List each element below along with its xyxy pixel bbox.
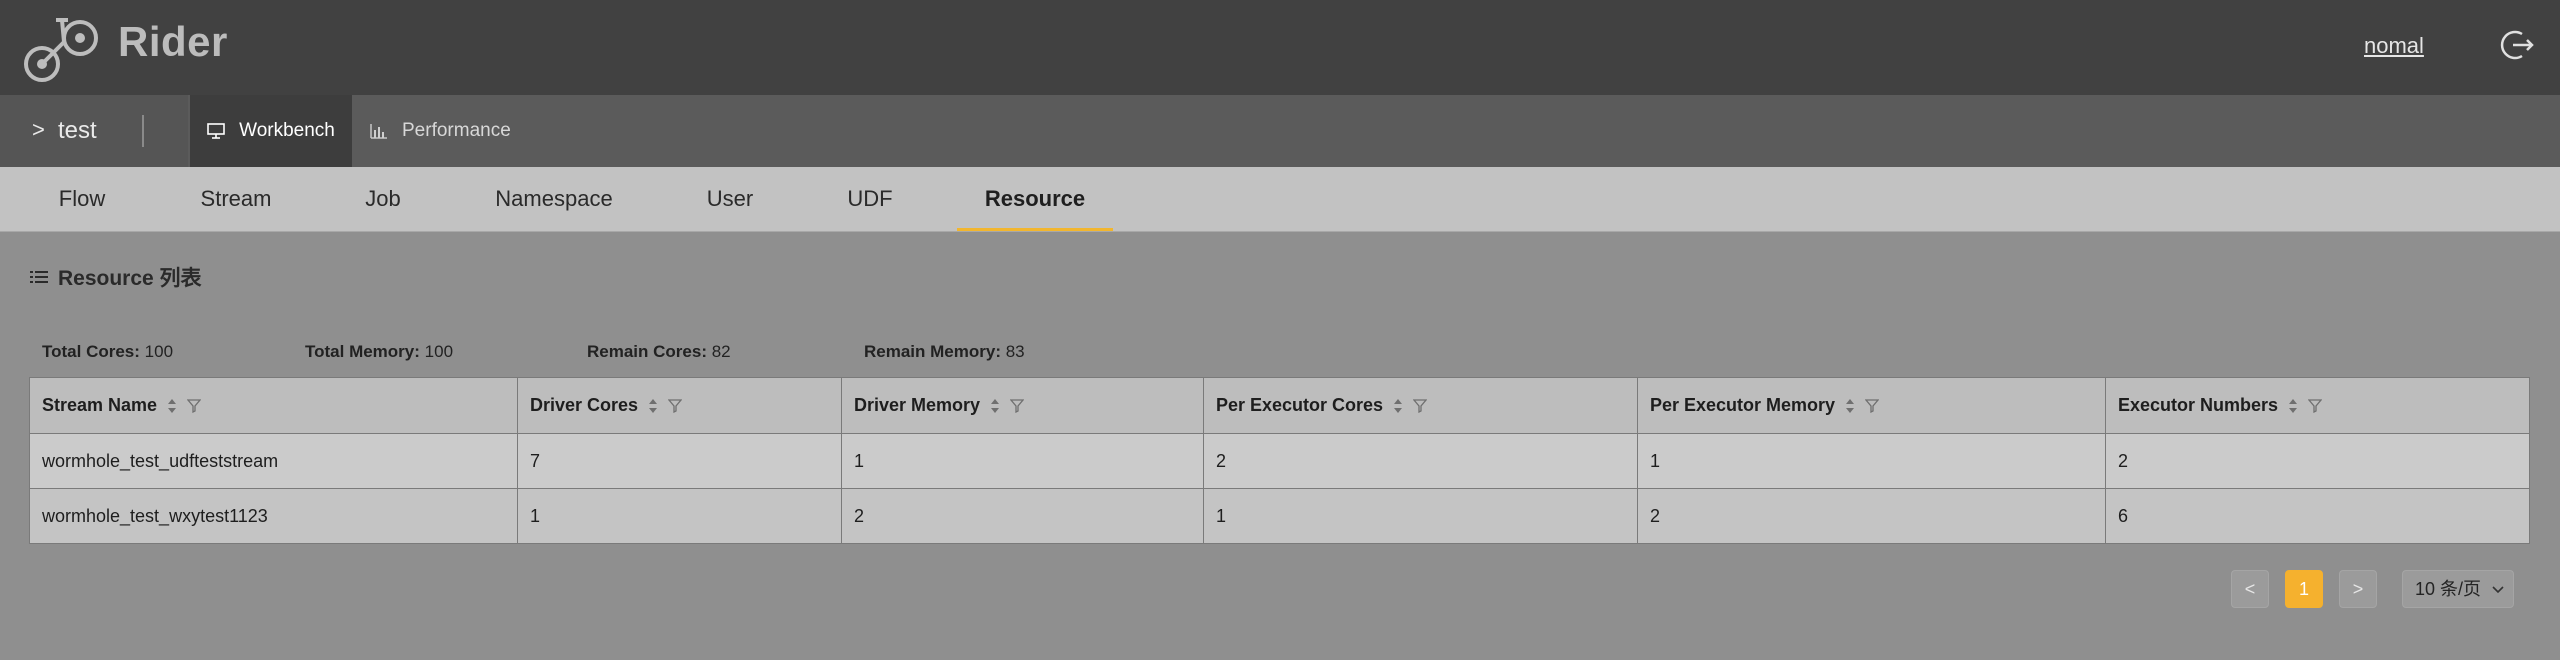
column-header-stream-name: Stream Name bbox=[29, 377, 518, 434]
column-header-executor-numbers: Executor Numbers bbox=[2105, 377, 2530, 434]
filter-icon[interactable] bbox=[1865, 398, 1880, 413]
stat-total-memory: Total Memory: 100 bbox=[305, 342, 453, 362]
cell-executor-numbers: 2 bbox=[2105, 433, 2530, 489]
column-header-driver-memory: Driver Memory bbox=[841, 377, 1204, 434]
section-title: Resource 列表 bbox=[30, 262, 202, 292]
tab-workbench[interactable]: Workbench bbox=[190, 95, 352, 167]
stat-remain-memory-label: Remain Memory: bbox=[864, 342, 1001, 361]
tab-stream[interactable]: Stream bbox=[176, 167, 296, 231]
cell-driver-cores: 1 bbox=[517, 488, 842, 544]
column-header-label: Driver Cores bbox=[530, 395, 639, 415]
page-size-value: 10 条/页 bbox=[2415, 579, 2482, 599]
project-name: test bbox=[58, 117, 97, 144]
project-bar: > test Workbench Performance bbox=[0, 95, 2560, 167]
bar-chart-icon bbox=[370, 124, 387, 139]
app-header: Rider nomal bbox=[0, 0, 2560, 95]
tab-job[interactable]: Job bbox=[340, 167, 426, 231]
cell-per-executor-cores: 2 bbox=[1203, 433, 1638, 489]
sort-icon[interactable] bbox=[2288, 398, 2298, 414]
table-header-row: Stream Name Driver Cores Driver Memory P… bbox=[29, 377, 2530, 434]
stat-total-memory-value: 100 bbox=[424, 342, 454, 361]
page-size-select[interactable]: 10 条/页 bbox=[2402, 570, 2514, 608]
column-header-per-executor-memory: Per Executor Memory bbox=[1637, 377, 2106, 434]
tab-performance[interactable]: Performance bbox=[370, 95, 530, 167]
cell-executor-numbers: 6 bbox=[2105, 488, 2530, 544]
filter-icon[interactable] bbox=[668, 398, 683, 413]
sort-icon[interactable] bbox=[648, 398, 658, 414]
tab-workbench-label: Workbench bbox=[239, 120, 335, 141]
cell-per-executor-memory: 2 bbox=[1637, 488, 2106, 544]
column-header-label: Per Executor Memory bbox=[1650, 395, 1836, 415]
cell-driver-memory: 1 bbox=[841, 433, 1204, 489]
monitor-icon bbox=[207, 123, 225, 139]
cell-stream-name: wormhole_test_wxytest1123 bbox=[29, 488, 518, 544]
stat-remain-cores: Remain Cores: 82 bbox=[587, 342, 731, 362]
divider bbox=[142, 115, 144, 147]
stat-total-cores: Total Cores: 100 bbox=[42, 342, 173, 362]
tab-resource[interactable]: Resource bbox=[957, 167, 1113, 231]
next-page-button[interactable]: > bbox=[2339, 570, 2377, 608]
cell-stream-name: wormhole_test_udfteststream bbox=[29, 433, 518, 489]
stat-remain-cores-label: Remain Cores: bbox=[587, 342, 707, 361]
filter-icon[interactable] bbox=[1010, 398, 1025, 413]
filter-icon[interactable] bbox=[187, 398, 202, 413]
main-nav: Flow Stream Job Namespace User UDF Resou… bbox=[0, 167, 2560, 232]
tab-flow[interactable]: Flow bbox=[30, 167, 134, 231]
bicycle-logo-icon[interactable] bbox=[22, 14, 102, 84]
cell-per-executor-memory: 1 bbox=[1637, 433, 2106, 489]
sort-icon[interactable] bbox=[1845, 398, 1855, 414]
tab-performance-label: Performance bbox=[402, 120, 511, 141]
page-1-button[interactable]: 1 bbox=[2285, 570, 2323, 608]
sort-icon[interactable] bbox=[1393, 398, 1403, 414]
sort-icon[interactable] bbox=[990, 398, 1000, 414]
table-row[interactable]: wormhole_test_wxytest1123 1 2 1 2 6 bbox=[29, 488, 2530, 544]
resource-table: Stream Name Driver Cores Driver Memory P… bbox=[29, 377, 2530, 544]
section-title-text: Resource 列表 bbox=[58, 267, 202, 290]
tab-udf[interactable]: UDF bbox=[830, 167, 910, 231]
sort-icon[interactable] bbox=[167, 398, 177, 414]
project-selector[interactable]: > test bbox=[0, 95, 188, 167]
app-brand: Rider bbox=[118, 18, 228, 65]
chevron-right-icon: > bbox=[32, 117, 45, 142]
stat-total-memory-label: Total Memory: bbox=[305, 342, 420, 361]
filter-icon[interactable] bbox=[1413, 398, 1428, 413]
column-header-per-executor-cores: Per Executor Cores bbox=[1203, 377, 1638, 434]
tab-namespace[interactable]: Namespace bbox=[478, 167, 630, 231]
stat-remain-cores-value: 82 bbox=[711, 342, 731, 361]
logout-icon[interactable] bbox=[2498, 26, 2536, 64]
tab-user[interactable]: User bbox=[690, 167, 770, 231]
column-header-label: Per Executor Cores bbox=[1216, 395, 1384, 415]
active-tab-indicator bbox=[957, 228, 1113, 231]
stat-remain-memory: Remain Memory: 83 bbox=[864, 342, 1025, 362]
cell-per-executor-cores: 1 bbox=[1203, 488, 1638, 544]
column-header-driver-cores: Driver Cores bbox=[517, 377, 842, 434]
prev-page-button[interactable]: < bbox=[2231, 570, 2269, 608]
column-header-label: Stream Name bbox=[42, 395, 158, 415]
cell-driver-memory: 2 bbox=[841, 488, 1204, 544]
cell-driver-cores: 7 bbox=[517, 433, 842, 489]
list-icon bbox=[30, 271, 48, 283]
table-row[interactable]: wormhole_test_udfteststream 7 1 2 1 2 bbox=[29, 433, 2530, 489]
stat-remain-memory-value: 83 bbox=[1005, 342, 1025, 361]
chevron-down-icon bbox=[2492, 586, 2504, 594]
filter-icon[interactable] bbox=[2308, 398, 2323, 413]
stat-total-cores-label: Total Cores: bbox=[42, 342, 140, 361]
column-header-label: Driver Memory bbox=[854, 395, 981, 415]
stat-total-cores-value: 100 bbox=[144, 342, 174, 361]
user-link[interactable]: nomal bbox=[2364, 33, 2424, 59]
column-header-label: Executor Numbers bbox=[2118, 395, 2279, 415]
